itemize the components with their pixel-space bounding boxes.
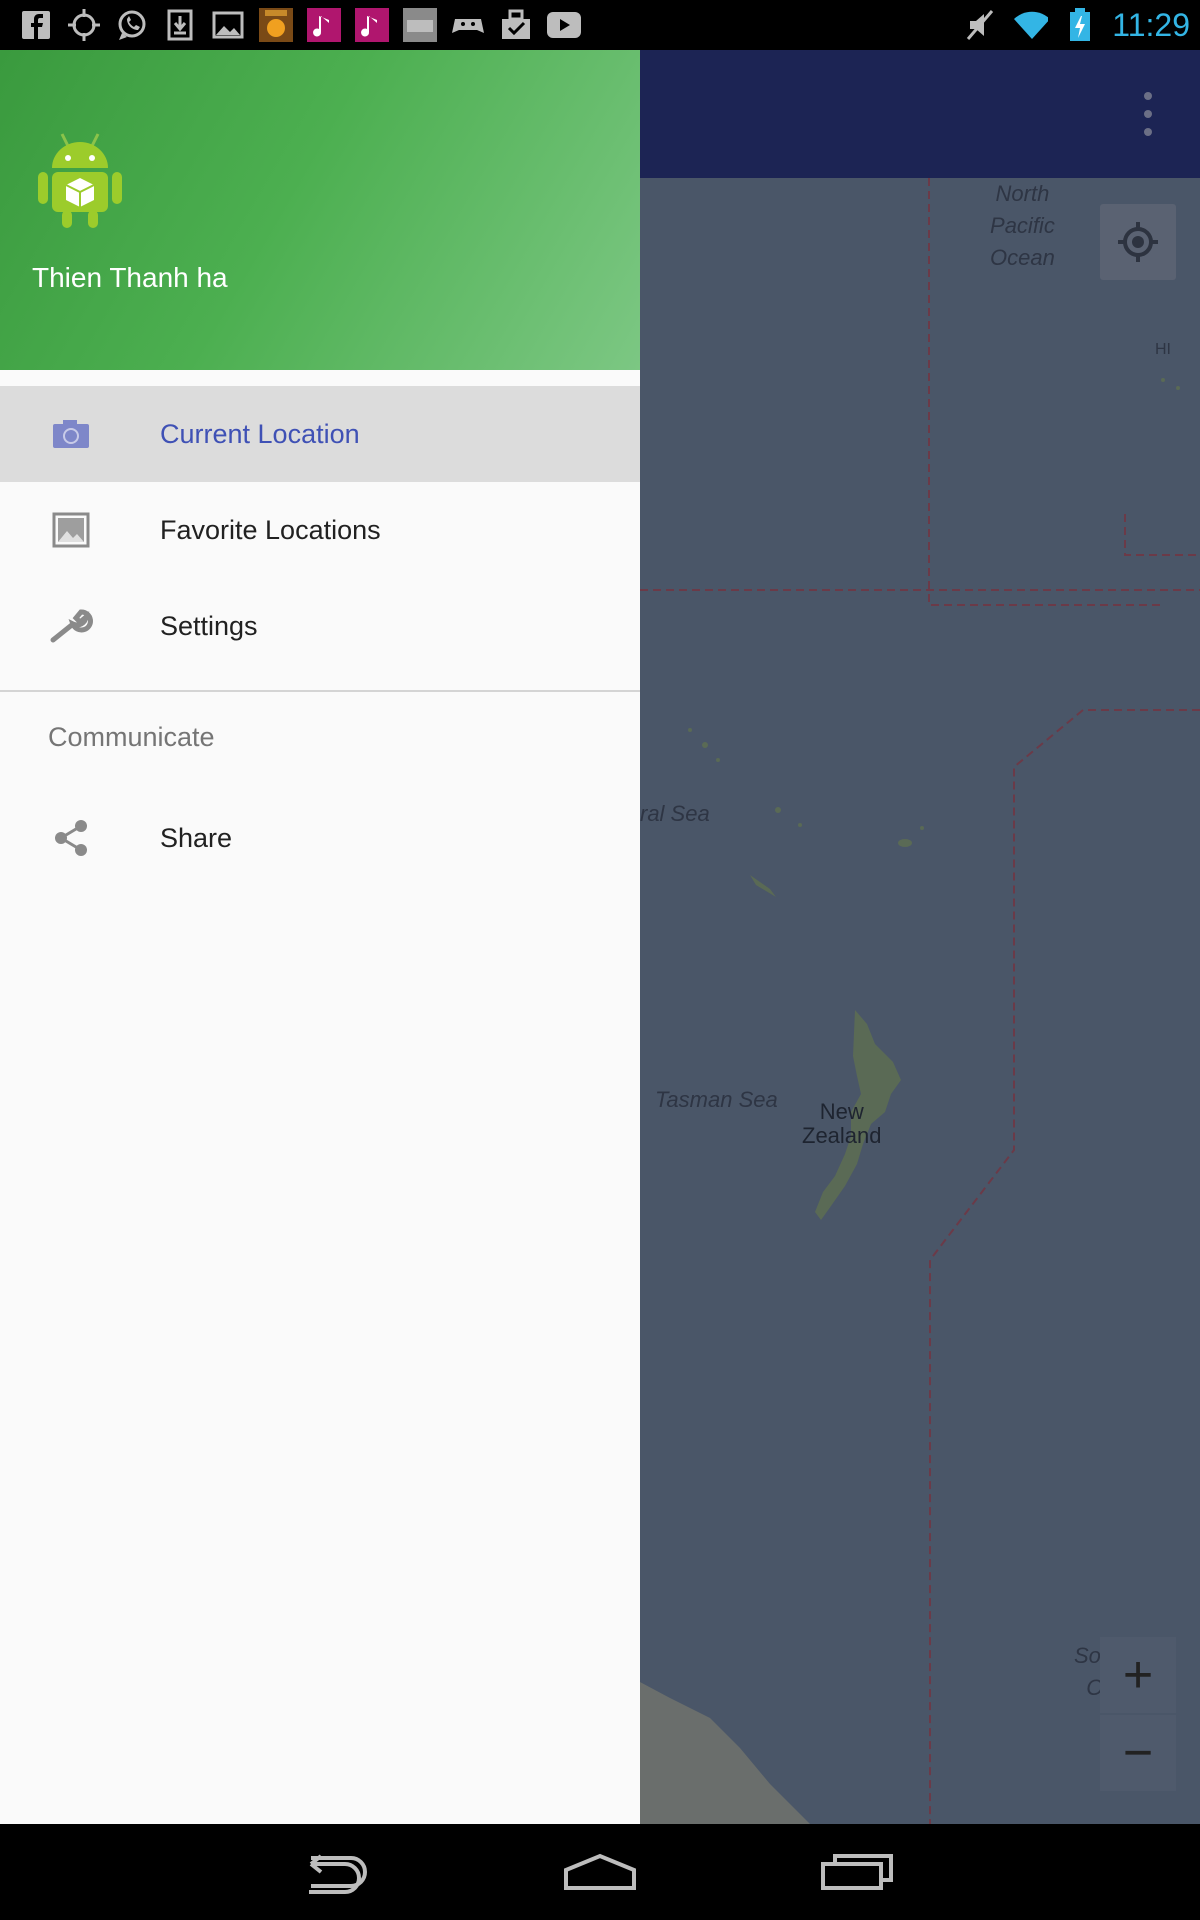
wrench-icon	[48, 603, 94, 649]
map-label-hawaii: HI	[1155, 341, 1171, 358]
recents-button[interactable]	[812, 1842, 902, 1902]
drawer-header: Thien Thanh ha	[0, 50, 640, 370]
music-icon	[306, 7, 342, 43]
image-icon	[210, 7, 246, 43]
menu-label: Share	[160, 822, 233, 853]
overflow-menu-button[interactable]	[1136, 92, 1160, 136]
my-location-button[interactable]	[1100, 204, 1176, 280]
crosshair-icon	[1118, 222, 1158, 262]
music-icon	[354, 7, 390, 43]
game-controller-icon	[450, 7, 486, 43]
divider	[0, 690, 640, 692]
task-icon	[498, 7, 534, 43]
menu-label: Settings	[160, 610, 258, 641]
menu-label: Current Location	[160, 418, 360, 449]
map-label-coral-sea: ral Sea	[640, 801, 710, 826]
image-icon	[48, 507, 94, 553]
download-icon	[162, 7, 198, 43]
map-label-tasman-sea: Tasman Sea	[655, 1087, 778, 1112]
map-label-north-pacific: North Pacific Ocean	[990, 181, 1055, 270]
battery-charging-icon	[1062, 7, 1098, 43]
home-button[interactable]	[555, 1842, 645, 1902]
camera-icon	[48, 411, 94, 457]
notification-icons	[18, 7, 582, 43]
system-nav-bar	[0, 1824, 1200, 1920]
dot	[1144, 128, 1152, 136]
navigation-drawer: Thien Thanh ha Current Location Favorite…	[0, 50, 640, 1824]
share-icon	[48, 815, 94, 861]
wifi-icon	[1012, 7, 1049, 43]
youtube-icon	[546, 7, 582, 43]
status-bar: 11:29	[0, 0, 1200, 50]
back-button[interactable]	[298, 1842, 388, 1902]
dot	[1144, 110, 1152, 118]
toefl-icon	[258, 7, 294, 43]
facebook-icon	[18, 7, 54, 43]
menu-label: Favorite Locations	[160, 514, 381, 545]
status-time: 11:29	[1112, 6, 1190, 43]
zoom-out-button[interactable]: −	[1100, 1715, 1176, 1791]
recents-icon	[821, 1854, 893, 1890]
section-title-communicate: Communicate	[48, 722, 215, 752]
showroomprive-icon	[402, 7, 438, 43]
android-avatar-icon	[38, 133, 122, 228]
system-status: 11:29	[962, 0, 1190, 50]
user-name: Thien Thanh ha	[32, 262, 228, 293]
menu-item-share[interactable]: Share	[0, 790, 640, 886]
zoom-in-button[interactable]: +	[1100, 1637, 1176, 1713]
dot	[1144, 92, 1152, 100]
map-label-new-zealand: New Zealand	[802, 1099, 882, 1148]
mute-icon	[962, 7, 998, 43]
gps-icon	[66, 7, 102, 43]
whatsapp-icon	[114, 7, 150, 43]
back-icon	[309, 1854, 367, 1894]
menu-item-favorite-locations[interactable]: Favorite Locations	[0, 482, 640, 578]
home-icon	[564, 1853, 636, 1890]
menu-item-current-location[interactable]: Current Location	[0, 386, 640, 482]
menu-item-settings[interactable]: Settings	[0, 578, 640, 674]
